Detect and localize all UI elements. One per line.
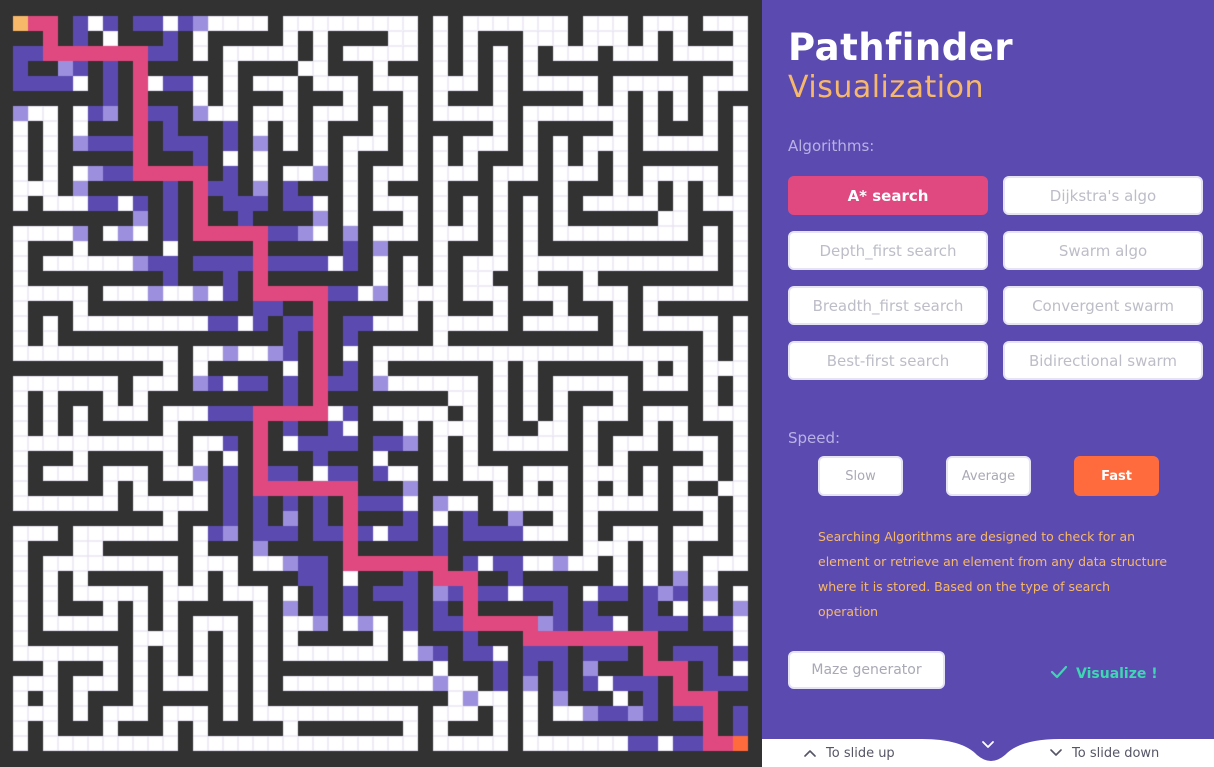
visualize-button[interactable]: Visualize ! <box>1050 662 1158 686</box>
algo-button-a-star[interactable]: A* search <box>788 176 988 215</box>
maze-grid[interactable] <box>0 0 762 767</box>
chevron-up-icon <box>804 746 816 761</box>
maze-canvas[interactable] <box>0 0 762 767</box>
algo-button-best-first[interactable]: Best-first search <box>788 341 988 380</box>
slide-up-label: To slide up <box>826 746 895 761</box>
algo-button-dijkstra[interactable]: Dijkstra's algo <box>1003 176 1203 215</box>
slide-up-button[interactable]: To slide up <box>804 746 895 761</box>
algo-button-breadth-first[interactable]: Breadth_first search <box>788 286 988 325</box>
control-panel: Pathfinder Visualization Algorithms: A* … <box>762 0 1214 767</box>
algo-button-swarm[interactable]: Swarm algo <box>1003 231 1203 270</box>
speed-button-slow[interactable]: Slow <box>818 456 903 496</box>
chevron-down-icon[interactable] <box>981 735 995 754</box>
speed-label: Speed: <box>788 429 841 447</box>
algorithm-description: Searching Algorithms are designed to che… <box>818 529 1168 619</box>
speed-button-average[interactable]: Average <box>946 456 1031 496</box>
app-title: Pathfinder <box>788 26 1014 69</box>
algo-button-convergent-swarm[interactable]: Convergent swarm <box>1003 286 1203 325</box>
app-subtitle: Visualization <box>788 70 984 105</box>
chevron-down-icon <box>1050 746 1062 761</box>
algorithms-label: Algorithms: <box>788 137 875 155</box>
slide-controls: To slide up To slide down <box>762 733 1214 767</box>
speed-button-fast[interactable]: Fast <box>1074 456 1159 496</box>
visualize-label: Visualize ! <box>1076 666 1158 682</box>
algo-button-bidirectional-swarm[interactable]: Bidirectional swarm <box>1003 341 1203 380</box>
maze-generator-button[interactable]: Maze generator <box>788 651 945 689</box>
check-icon <box>1050 665 1068 683</box>
slide-down-button[interactable]: To slide down <box>1050 746 1159 761</box>
algo-button-depth-first[interactable]: Depth_first search <box>788 231 988 270</box>
slide-down-label: To slide down <box>1072 746 1160 761</box>
